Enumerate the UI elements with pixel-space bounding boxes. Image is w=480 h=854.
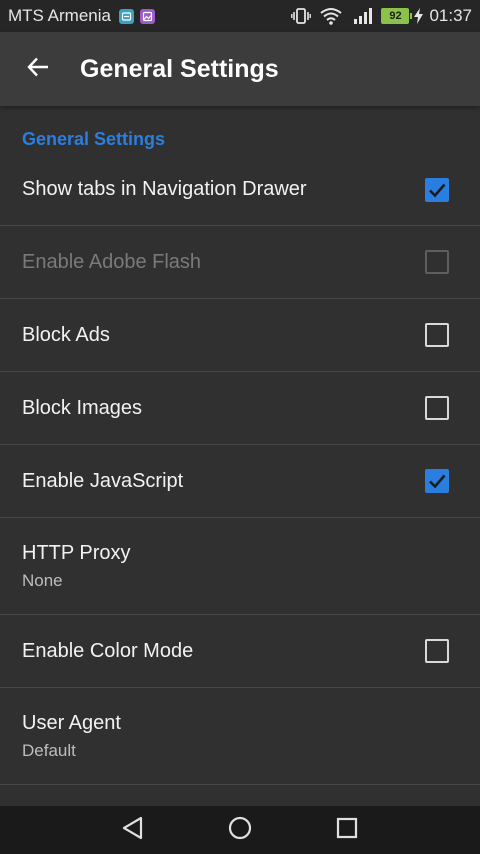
pref-http-proxy[interactable]: HTTP Proxy None (0, 518, 480, 615)
notification-app-icon (118, 8, 134, 24)
pref-summary: Default (22, 740, 76, 760)
pref-summary: None (22, 570, 63, 590)
pref-block-ads[interactable]: Block Ads (0, 299, 480, 372)
pref-title: User Agent (22, 711, 121, 734)
page-title: General Settings (80, 54, 279, 83)
recents-square-icon (335, 816, 359, 845)
arrow-back-icon (26, 55, 50, 84)
wifi-icon (319, 7, 343, 25)
nav-back-button[interactable] (109, 806, 157, 854)
vibrate-icon (291, 7, 312, 25)
pref-title: HTTP Proxy (22, 541, 131, 564)
back-triangle-icon (120, 815, 146, 846)
status-bar: MTS Armenia 92 01:37 (0, 0, 480, 32)
notification-gallery-icon (139, 8, 155, 24)
checkbox-enable-javascript[interactable] (425, 469, 449, 493)
pref-title: Enable Adobe Flash (22, 250, 202, 273)
signal-icon (353, 8, 373, 24)
nav-home-button[interactable] (216, 806, 264, 854)
pref-block-images[interactable]: Block Images (0, 372, 480, 445)
pref-text: Enable Adobe Flash (22, 251, 201, 274)
app-bar: General Settings (0, 32, 480, 106)
pref-text: Block Images (22, 397, 142, 420)
pref-text: Enable Color Mode (22, 640, 193, 663)
pref-text: Show tabs in Navigation Drawer (22, 178, 307, 201)
battery-icon: 92 (381, 8, 413, 24)
pref-enable-color-mode[interactable]: Enable Color Mode (0, 615, 480, 688)
nav-recents-button[interactable] (323, 806, 371, 854)
checkbox-block-images[interactable] (425, 396, 449, 420)
checkbox-enable-color-mode[interactable] (425, 639, 449, 663)
pref-title: Enable Color Mode (22, 639, 194, 662)
system-nav-bar (0, 806, 480, 854)
checkbox-block-ads[interactable] (425, 323, 449, 347)
battery-level: 92 (381, 8, 410, 24)
pref-user-agent[interactable]: User Agent Default (0, 688, 480, 785)
pref-show-tabs-drawer[interactable]: Show tabs in Navigation Drawer (0, 154, 480, 226)
pref-enable-javascript[interactable]: Enable JavaScript (0, 445, 480, 518)
pref-text: Enable JavaScript (22, 470, 183, 493)
charging-icon (414, 8, 424, 24)
check-icon (429, 474, 446, 489)
back-button[interactable] (10, 41, 66, 97)
pref-text: Block Ads (22, 324, 110, 347)
pref-title: Block Images (22, 396, 143, 419)
carrier-name: MTS Armenia (8, 6, 111, 25)
checkbox-show-tabs-drawer[interactable] (425, 177, 449, 202)
screen: MTS Armenia 92 01:37 General Settings Ge… (0, 0, 480, 854)
pref-title: Show tabs in Navigation Drawer (22, 178, 307, 200)
battery-tip (410, 13, 413, 19)
category-header: General Settings (22, 129, 166, 149)
home-circle-icon (227, 815, 253, 846)
settings-list: General Settings Show tabs in Navigation… (0, 106, 480, 785)
pref-text: HTTP Proxy None (22, 542, 131, 591)
status-right: 92 01:37 (291, 6, 472, 26)
pref-text: User Agent Default (22, 712, 121, 761)
pref-enable-adobe-flash: Enable Adobe Flash (0, 226, 480, 299)
pref-title: Enable JavaScript (22, 469, 184, 492)
check-icon (429, 183, 446, 197)
pref-title: Block Ads (22, 323, 110, 346)
clock: 01:37 (429, 6, 472, 25)
checkbox-enable-adobe-flash (425, 250, 449, 274)
